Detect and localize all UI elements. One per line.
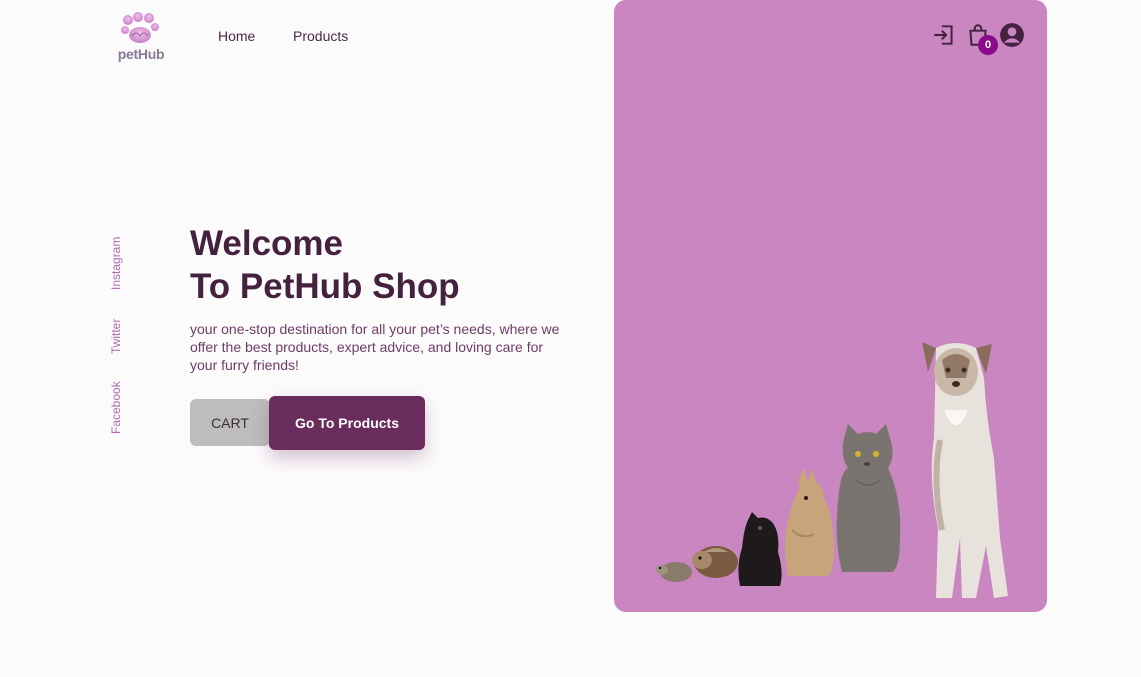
page: petHub Home Products Instagram Twitter F… [0, 0, 1141, 677]
nav-home-link[interactable]: Home [218, 28, 255, 44]
account-circle-icon[interactable] [999, 22, 1025, 48]
brand-name: petHub [117, 46, 165, 62]
hero-title: Welcome To PetHub Shop [190, 222, 460, 308]
chinchilla-illustration [738, 512, 782, 586]
dog-illustration [922, 342, 1008, 598]
pets-group-image [656, 342, 1008, 598]
login-icon[interactable] [931, 22, 957, 48]
hero-description: your one-stop destination for all your p… [190, 321, 560, 373]
hero-image-panel: 0 [614, 0, 1047, 612]
instagram-link[interactable]: Instagram [109, 237, 123, 290]
brand-logo[interactable]: petHub [112, 12, 168, 64]
cart-count-badge: 0 [978, 35, 998, 55]
hamster-illustration [656, 562, 692, 582]
go-to-products-button[interactable]: Go To Products [269, 396, 425, 450]
twitter-link[interactable]: Twitter [109, 319, 123, 354]
cat-illustration [836, 424, 901, 572]
paw-icon [121, 12, 159, 43]
nav-products-link[interactable]: Products [293, 28, 348, 44]
facebook-link[interactable]: Facebook [109, 381, 123, 434]
hero-title-line2: To PetHub Shop [190, 267, 460, 306]
rabbit-illustration [785, 468, 834, 576]
guinea-pig-illustration [692, 546, 738, 578]
hero-title-line1: Welcome [190, 224, 344, 263]
cart-button[interactable]: CART [190, 399, 270, 446]
